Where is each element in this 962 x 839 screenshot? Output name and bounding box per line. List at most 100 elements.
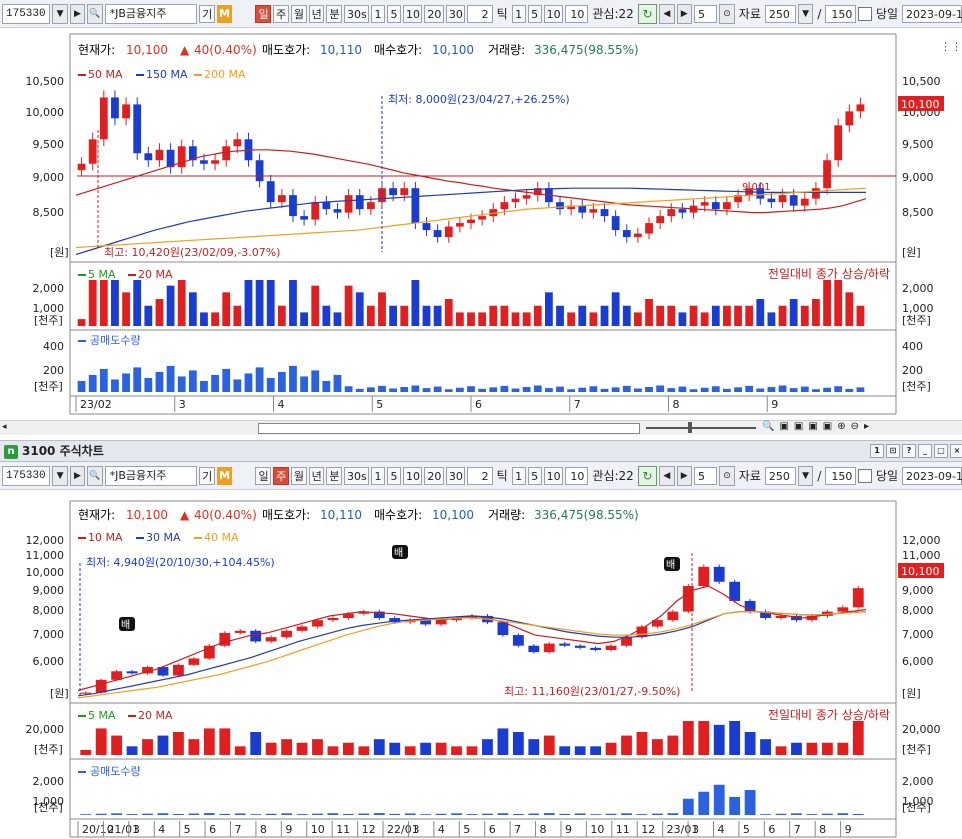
period-minute-tab-2[interactable]: 분 bbox=[326, 466, 343, 485]
prev-icon[interactable]: ◀ bbox=[659, 3, 675, 24]
next-icon[interactable]: ▶ bbox=[676, 3, 692, 24]
volume-bar bbox=[578, 305, 587, 326]
window-minimize-button[interactable]: _ bbox=[918, 444, 932, 458]
window-maximize-button[interactable]: □ bbox=[934, 444, 948, 458]
step-1-button[interactable]: 1 bbox=[511, 4, 526, 23]
ma-legend-swatch bbox=[136, 537, 144, 539]
date-input-2[interactable]: 2023-09-1 bbox=[902, 466, 962, 485]
period-month-tab[interactable]: 월 bbox=[290, 4, 307, 23]
tick-input[interactable]: 2 bbox=[467, 4, 493, 23]
volume-bar bbox=[373, 739, 385, 755]
ma-legend-swatch bbox=[136, 74, 144, 76]
period-year-tab-2[interactable]: 년 bbox=[308, 466, 325, 485]
period-1-tab-2[interactable]: 1 bbox=[370, 466, 385, 485]
play-icon[interactable]: ▶ bbox=[69, 3, 86, 24]
candle-body bbox=[744, 600, 756, 612]
interest-label[interactable]: 관심:22 bbox=[590, 5, 635, 22]
window-link-button[interactable]: ⊡ bbox=[886, 444, 900, 458]
gi-button-2[interactable]: 기 bbox=[199, 466, 215, 485]
dropdown-arrow-icon-2[interactable]: ▼ bbox=[52, 465, 68, 486]
date-input[interactable]: 2023-09-1 bbox=[902, 4, 962, 23]
clock-icon[interactable]: ⊙ bbox=[719, 3, 735, 24]
short-bar bbox=[713, 784, 725, 815]
period-30s-tab[interactable]: 30s bbox=[344, 4, 369, 23]
count-input[interactable]: 5 bbox=[693, 4, 718, 23]
m-button[interactable]: M bbox=[216, 4, 233, 23]
step-input-2[interactable]: 10 bbox=[565, 466, 589, 485]
current-price-tag-label: 10,100 bbox=[901, 565, 940, 578]
total-input[interactable]: 150 bbox=[825, 4, 857, 23]
interest-label-2[interactable]: 관심:22 bbox=[590, 467, 635, 484]
scroll-left-icon[interactable]: ◂ bbox=[2, 422, 7, 432]
m-button-2[interactable]: M bbox=[216, 466, 233, 485]
period-5-tab-2[interactable]: 5 bbox=[386, 466, 401, 485]
step-1-button-2[interactable]: 1 bbox=[511, 466, 526, 485]
data-count-select[interactable]: 250 bbox=[764, 4, 796, 23]
prev-icon-2[interactable]: ◀ bbox=[659, 465, 675, 486]
step-5-button[interactable]: 5 bbox=[527, 4, 542, 23]
stock-name-field[interactable]: *JB금융지주 bbox=[104, 3, 198, 24]
period-year-tab[interactable]: 년 bbox=[308, 4, 325, 23]
data-dropdown-icon-2[interactable]: ▼ bbox=[797, 465, 814, 486]
period-20-tab-2[interactable]: 20 bbox=[424, 466, 444, 485]
toolbar-icons[interactable]: 🔍▣▣▣▣⊕⊖▸ bbox=[762, 421, 874, 432]
dropdown-arrow-icon[interactable]: ▼ bbox=[52, 3, 68, 24]
short-bar bbox=[767, 386, 776, 392]
period-1-tab[interactable]: 1 bbox=[370, 4, 385, 23]
period-day-tab[interactable]: 일 bbox=[255, 4, 272, 23]
today-checkbox[interactable] bbox=[858, 6, 872, 21]
total-input-2[interactable]: 150 bbox=[825, 466, 857, 485]
period-minute-tab[interactable]: 분 bbox=[326, 4, 343, 23]
period-30s-tab-2[interactable]: 30s bbox=[344, 466, 369, 485]
period-10-tab-2[interactable]: 10 bbox=[402, 466, 423, 485]
volume-bar bbox=[812, 299, 820, 326]
step-5-button-2[interactable]: 5 bbox=[527, 466, 542, 485]
short-bar bbox=[342, 813, 354, 815]
window-help-button[interactable]: ? bbox=[902, 444, 916, 458]
short-bar bbox=[355, 388, 364, 392]
refresh-icon-2[interactable]: ↻ bbox=[637, 465, 658, 486]
period-5-tab[interactable]: 5 bbox=[386, 4, 401, 23]
data-count-select-2[interactable]: 250 bbox=[764, 466, 796, 485]
count-input-2[interactable]: 5 bbox=[693, 466, 718, 485]
period-30-tab-2[interactable]: 30 bbox=[445, 466, 466, 485]
short-legend-label: 공매도수량 bbox=[90, 334, 141, 347]
play-icon-2[interactable]: ▶ bbox=[69, 465, 86, 486]
tick-input-2[interactable]: 2 bbox=[467, 466, 493, 485]
stock-name-field-2[interactable]: *JB금융지주 bbox=[104, 465, 198, 486]
short-bar bbox=[233, 379, 242, 392]
step-input[interactable]: 10 bbox=[565, 4, 589, 23]
step-10-button[interactable]: 10 bbox=[543, 4, 564, 23]
period-day-tab-2[interactable]: 일 bbox=[255, 466, 272, 485]
period-week-tab-2[interactable]: 주 bbox=[273, 466, 289, 485]
stock-code-input-2[interactable]: 175330 bbox=[2, 465, 51, 486]
period-20-tab[interactable]: 20 bbox=[424, 4, 444, 23]
window-close-button[interactable]: × bbox=[950, 444, 962, 458]
app-logo-icon: n bbox=[4, 444, 18, 459]
data-dropdown-icon[interactable]: ▼ bbox=[797, 3, 814, 24]
today-checkbox-2[interactable] bbox=[858, 468, 872, 483]
period-30-tab[interactable]: 30 bbox=[445, 4, 466, 23]
zoom-handle[interactable] bbox=[688, 422, 692, 433]
period-month-tab-2[interactable]: 월 bbox=[290, 466, 307, 485]
stock-code-input[interactable]: 175330 bbox=[2, 3, 51, 24]
zoom-slider[interactable] bbox=[646, 427, 756, 429]
search-icon-2[interactable]: 🔍 bbox=[87, 465, 103, 486]
period-week-tab[interactable]: 주 bbox=[273, 4, 289, 23]
refresh-icon[interactable]: ↻ bbox=[637, 3, 658, 24]
candle-body bbox=[656, 216, 665, 224]
x-axis-label: 9 bbox=[565, 823, 572, 836]
candle-body bbox=[711, 202, 720, 210]
period-10-tab[interactable]: 10 bbox=[402, 4, 423, 23]
search-icon[interactable]: 🔍 bbox=[87, 3, 103, 24]
step-10-button-2[interactable]: 10 bbox=[543, 466, 564, 485]
volume-bar bbox=[99, 280, 108, 326]
volume-bar bbox=[543, 735, 555, 755]
gi-button[interactable]: 기 bbox=[199, 4, 215, 23]
next-icon-2[interactable]: ▶ bbox=[676, 465, 692, 486]
settings-icon[interactable]: ⋮⋮ bbox=[940, 40, 962, 53]
window-1-button[interactable]: 1 bbox=[870, 444, 884, 458]
chart-scrollbar[interactable]: ◂ 🔍▣▣▣▣⊕⊖▸ bbox=[0, 420, 962, 435]
clock-icon-2[interactable]: ⊙ bbox=[719, 465, 735, 486]
scroll-thumb[interactable] bbox=[258, 423, 640, 434]
